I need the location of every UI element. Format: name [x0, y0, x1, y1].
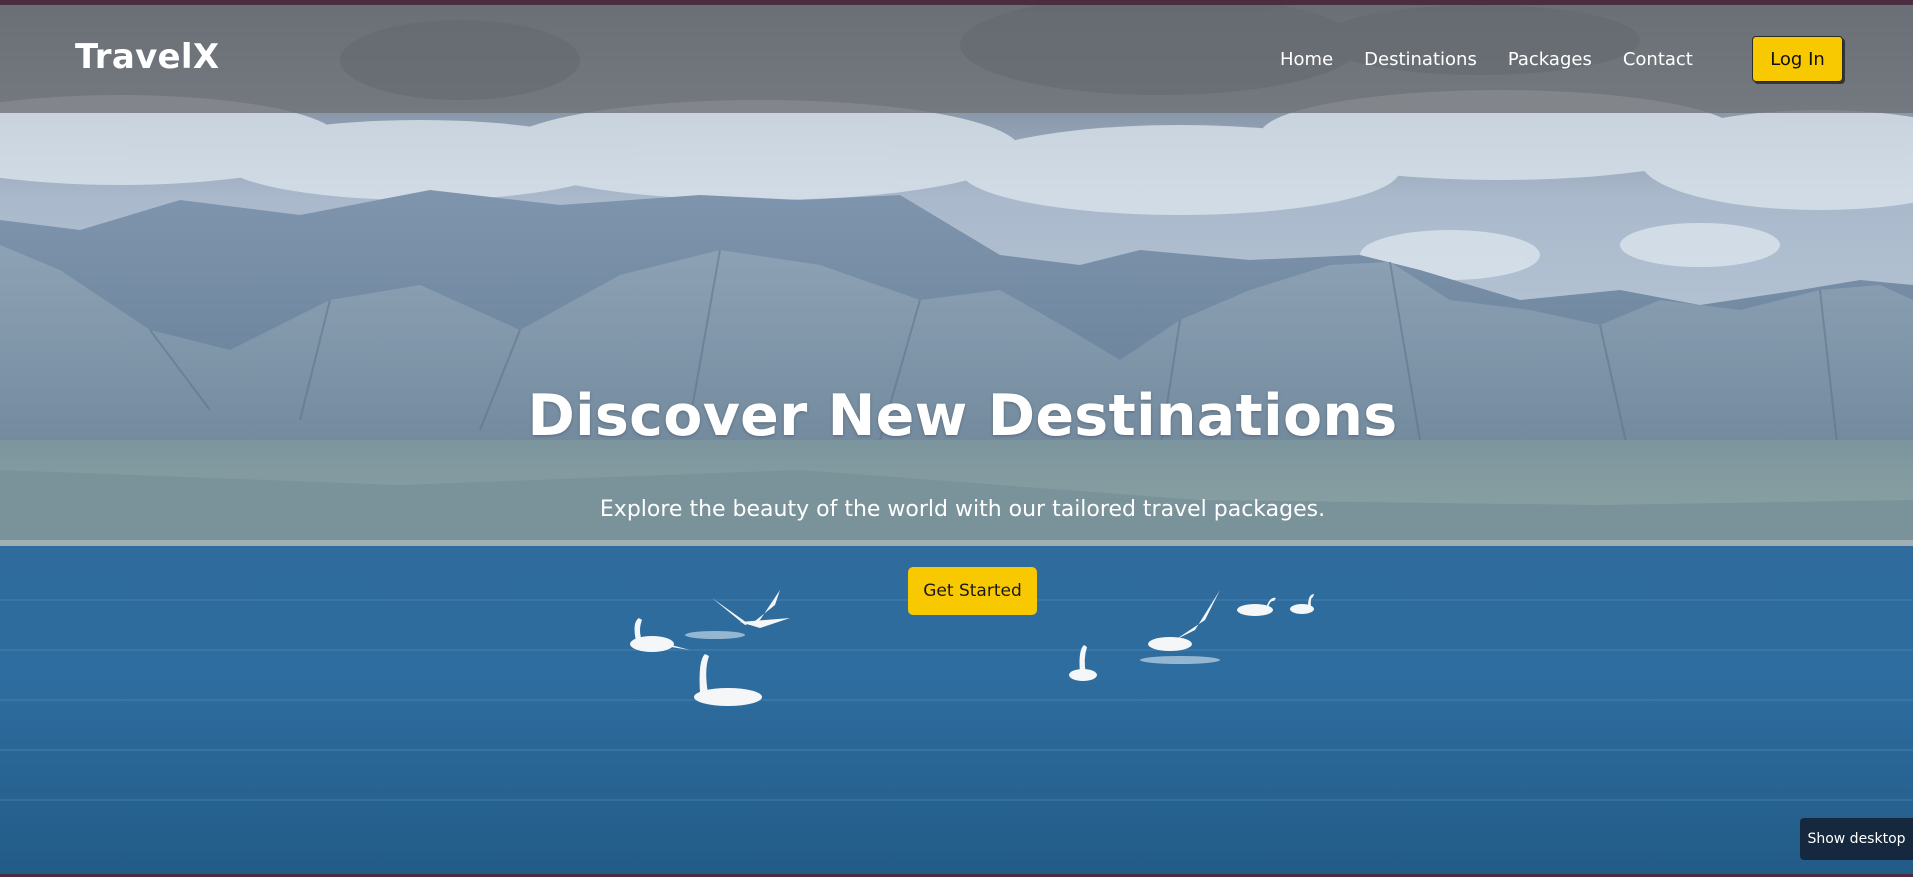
nav-home-link[interactable]: Home: [1280, 49, 1333, 70]
site-logo[interactable]: TravelX: [75, 37, 219, 77]
browser-viewport: TravelX Home Destinations Packages Conta…: [0, 0, 1913, 877]
hero-title: Discover New Destinations: [527, 383, 1398, 449]
nav-contact-link[interactable]: Contact: [1623, 49, 1693, 70]
show-desktop-tooltip: Show desktop: [1800, 818, 1913, 860]
nav-packages-link[interactable]: Packages: [1508, 49, 1592, 70]
nav-destinations-link[interactable]: Destinations: [1364, 49, 1477, 70]
hero-subtitle: Explore the beauty of the world with our…: [599, 497, 1326, 522]
window-top-border: [0, 0, 1913, 5]
primary-nav: Home Destinations Packages Contact: [1280, 49, 1724, 70]
login-button[interactable]: Log In: [1752, 36, 1843, 82]
site-navbar: TravelX Home Destinations Packages Conta…: [0, 5, 1913, 113]
get-started-button[interactable]: Get Started: [908, 567, 1037, 615]
